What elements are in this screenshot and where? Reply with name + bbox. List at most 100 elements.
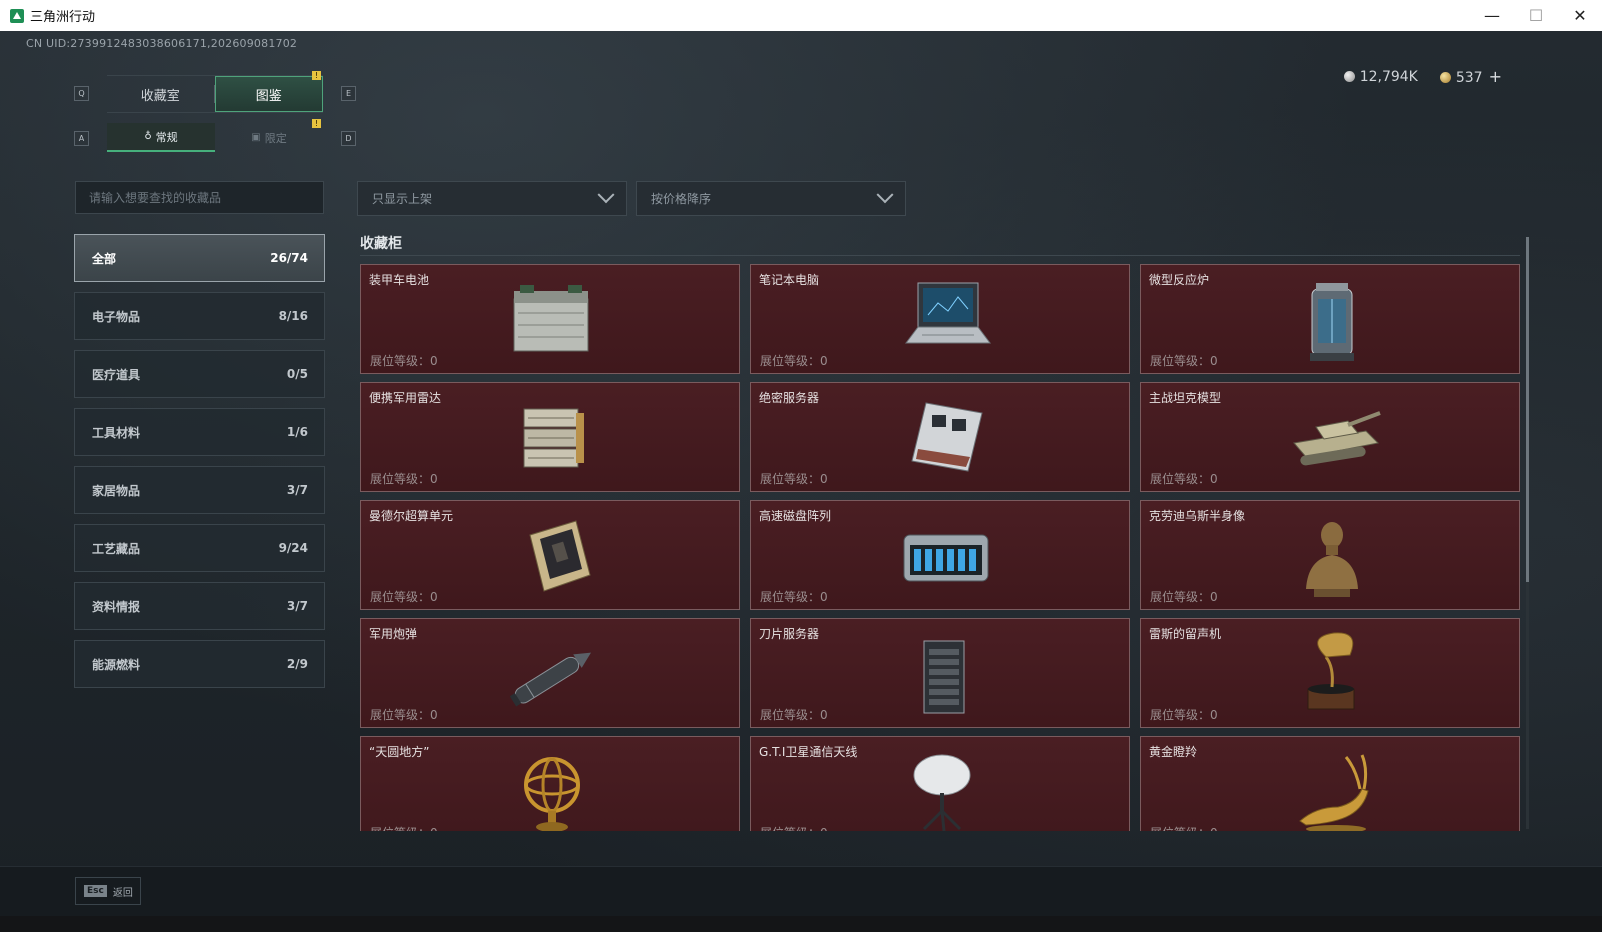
app-logo-icon (10, 8, 24, 23)
item-name: 装甲车电池 (369, 273, 430, 287)
level-value: 0 (430, 826, 438, 831)
level-value: 0 (1210, 590, 1218, 604)
item-level: 展位等级：0 (1150, 588, 1218, 605)
section-title: 收藏柜 (360, 236, 402, 252)
item-name: 克劳迪乌斯半身像 (1149, 509, 1246, 523)
collection-item-card[interactable]: “天圆地方” 展位等级：0 (360, 736, 740, 831)
search-box (75, 181, 324, 214)
chevron-down-icon (876, 185, 894, 203)
blade-server-icon (923, 640, 965, 714)
item-level: 展位等级：0 (1150, 706, 1218, 723)
collection-item-card[interactable]: 雷斯的留声机 展位等级：0 (1140, 618, 1520, 728)
window-title: 三角洲行动 (30, 10, 96, 25)
gold-currency: 537 + (1439, 67, 1502, 86)
player-uid: CN UID:2739912483038606171,202609081702 (26, 37, 298, 50)
item-name: “天圆地方” (369, 745, 430, 759)
collection-item-card[interactable]: 绝密服务器展位等级：0 (750, 382, 1130, 492)
collection-item-card[interactable]: 克劳迪乌斯半身像 展位等级：0 (1140, 500, 1520, 610)
category-label: 家居物品 (92, 483, 141, 498)
category-count: 26/74 (270, 251, 308, 265)
game-area: CN UID:2739912483038606171,202609081702 … (0, 31, 1602, 897)
battery-icon (513, 285, 589, 352)
back-label: 返回 (112, 887, 133, 899)
tab-limited-label: 限定 (264, 131, 287, 145)
category-electronics[interactable]: 电子物品 8/16 (74, 292, 325, 340)
grid-scrollbar[interactable] (1526, 237, 1529, 829)
level-value: 0 (1210, 708, 1218, 722)
category-count: 2/9 (286, 657, 308, 671)
item-name: 主战坦克模型 (1149, 391, 1222, 405)
category-tools[interactable]: 工具材料 1/6 (74, 408, 325, 456)
search-input[interactable] (76, 182, 323, 213)
item-level: 展位等级：0 (760, 470, 828, 487)
chip-icon (529, 520, 591, 592)
category-medical[interactable]: 医疗道具 0/5 (74, 350, 325, 398)
scrollbar-thumb[interactable] (1526, 237, 1529, 582)
silver-amount: 12,794K (1359, 68, 1418, 85)
limited-icon: ▣ (251, 132, 261, 143)
collection-item-card[interactable]: 刀片服务器 展位等级：0 (750, 618, 1130, 728)
item-level: 展位等级：0 (760, 588, 828, 605)
category-label: 工艺藏品 (92, 541, 141, 556)
collection-item-card[interactable]: G.T.I卫星通信天线展位等级：0 (750, 736, 1130, 831)
category-label: 全部 (92, 251, 117, 266)
category-label: 能源燃料 (92, 657, 141, 672)
add-currency-button[interactable]: + (1489, 67, 1502, 86)
level-value: 0 (820, 354, 828, 368)
category-count: 3/7 (286, 599, 308, 613)
category-crafts[interactable]: 工艺藏品 9/24 (74, 524, 325, 572)
collection-item-card[interactable]: 高速磁盘阵列 展位等级：0 (750, 500, 1130, 610)
sub-tabs: ♁ 常规 ▣ 限定 (107, 123, 323, 152)
item-name: 微型反应炉 (1149, 273, 1210, 287)
tank-icon (1293, 411, 1381, 466)
key-hint-a: A (74, 131, 89, 146)
gold-coin-icon (1439, 72, 1451, 83)
bottom-bar: Esc 返回 (0, 866, 1602, 917)
category-intel[interactable]: 资料情报 3/7 (74, 582, 325, 630)
collection-item-card[interactable]: 便携军用雷达 展位等级：0 (360, 382, 740, 492)
tab-collection-room[interactable]: 收藏室 (107, 76, 214, 112)
maximize-button[interactable]: ☐ (1514, 0, 1558, 31)
tab-limited[interactable]: ▣ 限定 (215, 123, 323, 152)
category-label: 资料情报 (92, 599, 141, 614)
item-level: 展位等级：0 (370, 352, 438, 369)
minimize-button[interactable]: — (1470, 0, 1514, 31)
category-count: 1/6 (286, 425, 308, 439)
item-level: 展位等级：0 (760, 352, 828, 369)
back-button[interactable]: Esc 返回 (75, 877, 141, 905)
item-level: 展位等级：0 (760, 706, 828, 723)
level-label: 展位等级： (370, 354, 431, 368)
level-label: 展位等级： (760, 708, 821, 722)
reactor-icon (1310, 283, 1354, 361)
item-name: 绝密服务器 (759, 391, 820, 405)
laptop-icon (905, 282, 991, 344)
satellite-dish-icon (913, 754, 971, 831)
tab-regular-label: 常规 (155, 130, 178, 144)
collection-item-card[interactable]: 军用炮弹 展位等级：0 (360, 618, 740, 728)
tab-regular[interactable]: ♁ 常规 (107, 123, 215, 152)
esc-key-icon: Esc (84, 885, 107, 897)
level-label: 展位等级： (1150, 354, 1211, 368)
level-label: 展位等级： (370, 826, 430, 831)
collection-item-card[interactable]: 微型反应炉展位等级：0 (1140, 264, 1520, 374)
shelf-filter-dropdown[interactable]: 只显示上架 (357, 181, 627, 216)
category-household[interactable]: 家居物品 3/7 (74, 466, 325, 514)
category-energy[interactable]: 能源燃料 2/9 (74, 640, 325, 688)
item-name: 笔记本电脑 (759, 273, 820, 287)
item-name: 军用炮弹 (369, 627, 418, 641)
close-button[interactable]: ✕ (1558, 0, 1602, 31)
category-all[interactable]: 全部 26/74 (74, 234, 325, 282)
window-titlebar: 三角洲行动 — ☐ ✕ (0, 0, 1602, 32)
sort-dropdown[interactable]: 按价格降序 (636, 181, 906, 216)
silver-coin-icon (1343, 70, 1355, 82)
collection-item-card[interactable]: 黄金瞪羚展位等级：0 (1140, 736, 1520, 831)
collection-item-card[interactable]: 装甲车电池展位等级：0 (360, 264, 740, 374)
collection-item-card[interactable]: 笔记本电脑展位等级：0 (750, 264, 1130, 374)
level-label: 展位等级： (760, 590, 821, 604)
category-label: 电子物品 (92, 309, 141, 324)
collection-item-card[interactable]: 主战坦克模型 展位等级：0 (1140, 382, 1520, 492)
collection-item-card[interactable]: 曼德尔超算单元 展位等级：0 (360, 500, 740, 610)
tab-catalog[interactable]: 图鉴 (214, 76, 323, 112)
level-value: 0 (1210, 354, 1218, 368)
key-hint-q: Q (74, 86, 89, 101)
